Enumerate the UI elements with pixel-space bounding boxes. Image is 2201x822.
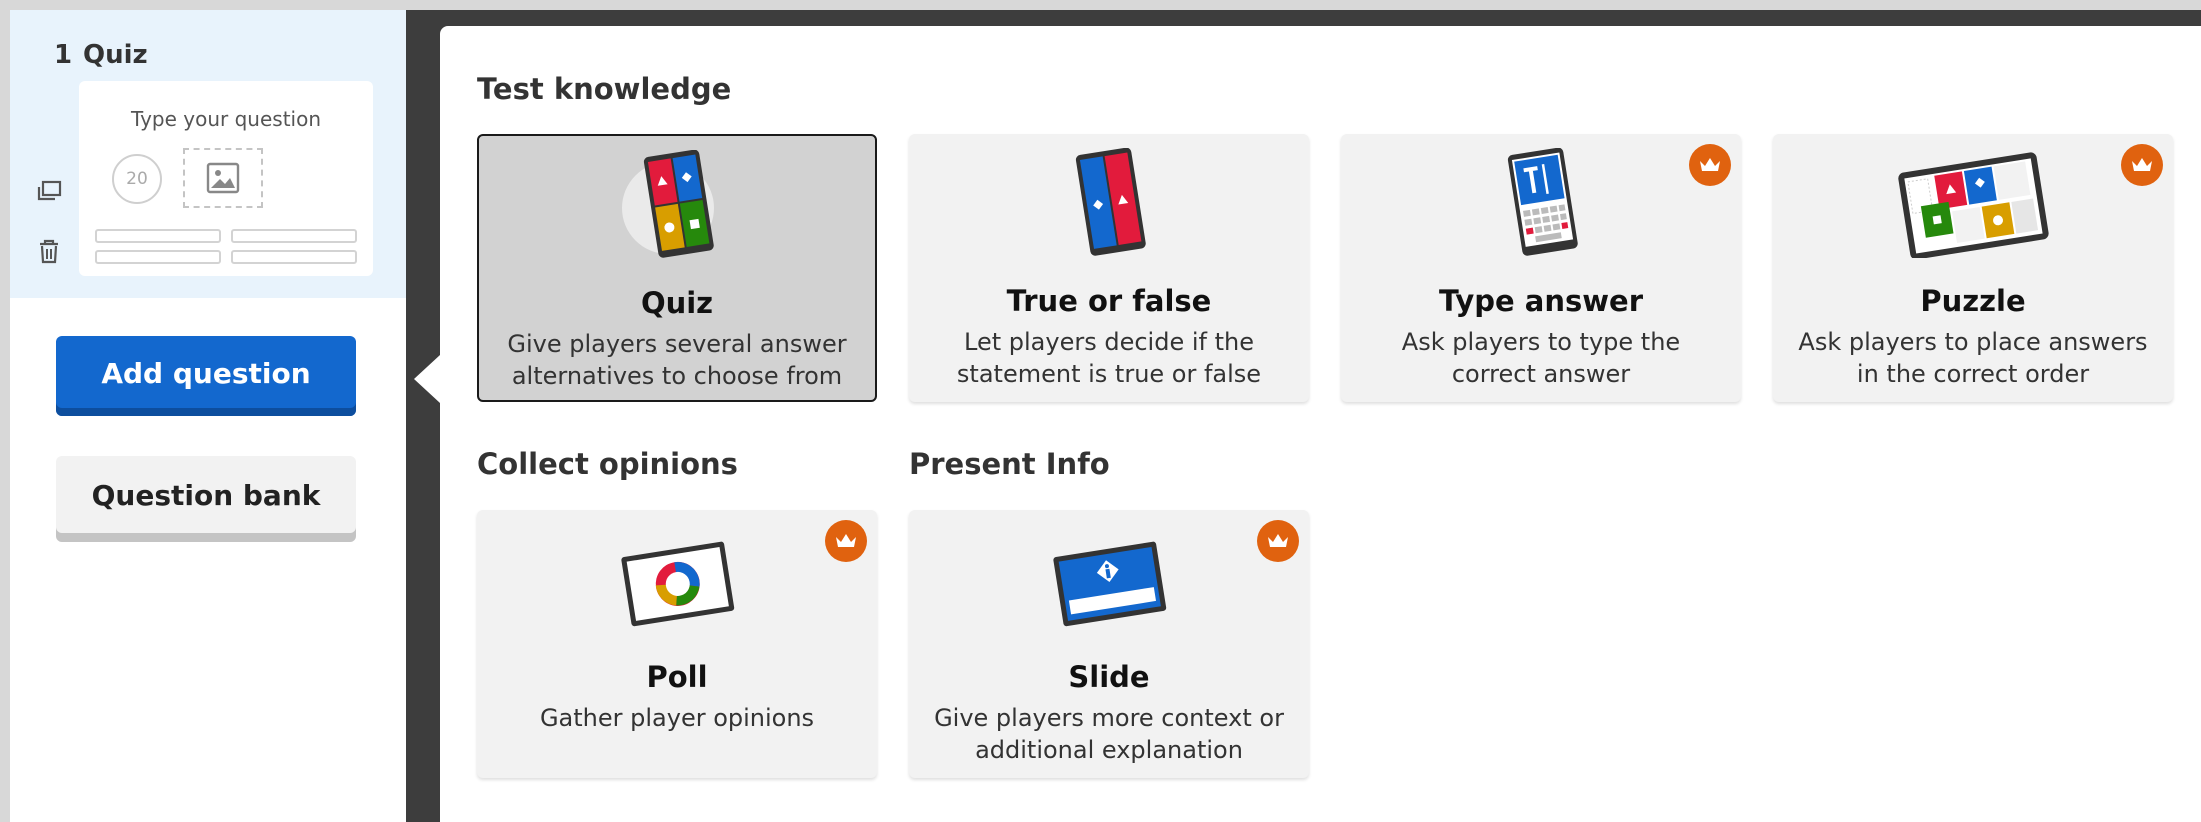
card-puzzle[interactable]: Puzzle Ask players to place answers in t…: [1773, 134, 2173, 402]
card-slide[interactable]: Slide Give players more context or addit…: [909, 510, 1309, 778]
thumbnail-answer-slot: [231, 250, 357, 264]
poll-card-icon: [477, 524, 877, 634]
add-question-button[interactable]: Add question: [56, 336, 356, 416]
card-description: Gather player opinions: [539, 704, 815, 732]
card-description: Ask players to place answers in the corr…: [1798, 328, 2148, 388]
card-title: Slide: [1068, 660, 1150, 694]
popover-pointer: [414, 355, 440, 403]
thumbnail-answer-slot: [231, 229, 357, 243]
sidebar: 1 Quiz Type your question 20 Add questio…: [10, 10, 406, 822]
card-title: Quiz: [640, 286, 714, 320]
card-quiz[interactable]: Quiz Give players several answer alterna…: [477, 134, 877, 402]
card-title: Type answer: [1438, 284, 1643, 318]
slide-thumbnail[interactable]: Type your question 20: [79, 81, 373, 276]
card-description: Give players more context or additional …: [934, 704, 1284, 764]
card-title: Poll: [646, 660, 708, 694]
card-title: True or false: [1006, 284, 1212, 318]
card-poll[interactable]: Poll Gather player opinions: [477, 510, 877, 778]
image-placeholder-icon: [183, 148, 263, 208]
card-type-answer[interactable]: Type answer Ask players to type the corr…: [1341, 134, 1741, 402]
puzzle-card-icon: [1773, 148, 2173, 258]
duplicate-icon[interactable]: [34, 176, 64, 206]
card-description: Ask players to type the correct answer: [1401, 328, 1681, 388]
thumbnail-answer-slot: [95, 250, 221, 264]
thumbnail-answer-slot: [95, 229, 221, 243]
question-type-panel: Test knowledge Quiz Give players several…: [440, 26, 2201, 822]
section-title-present-info: Present Info: [909, 447, 1110, 481]
card-description: Let players decide if the statement is t…: [956, 328, 1262, 388]
card-description: Give players several answer alternatives…: [507, 330, 847, 390]
slide-number: 1: [54, 40, 73, 70]
type-answer-card-icon: [1341, 148, 1741, 258]
quiz-card-icon: [479, 150, 875, 260]
card-title: Puzzle: [1920, 284, 2026, 318]
slide-list-item[interactable]: 1 Quiz Type your question 20: [10, 10, 406, 298]
trash-icon[interactable]: [34, 236, 64, 266]
question-bank-button[interactable]: Question bank: [56, 456, 356, 542]
true-false-card-icon: [909, 148, 1309, 258]
section-title-test-knowledge: Test knowledge: [477, 72, 732, 106]
thumbnail-timer: 20: [112, 154, 162, 204]
thumbnail-question: Type your question: [130, 107, 322, 131]
section-title-collect-opinions: Collect opinions: [477, 447, 738, 481]
card-true-or-false[interactable]: True or false Let players decide if the …: [909, 134, 1309, 402]
slide-card-icon: [909, 524, 1309, 634]
slide-type-label: Quiz: [83, 40, 148, 70]
